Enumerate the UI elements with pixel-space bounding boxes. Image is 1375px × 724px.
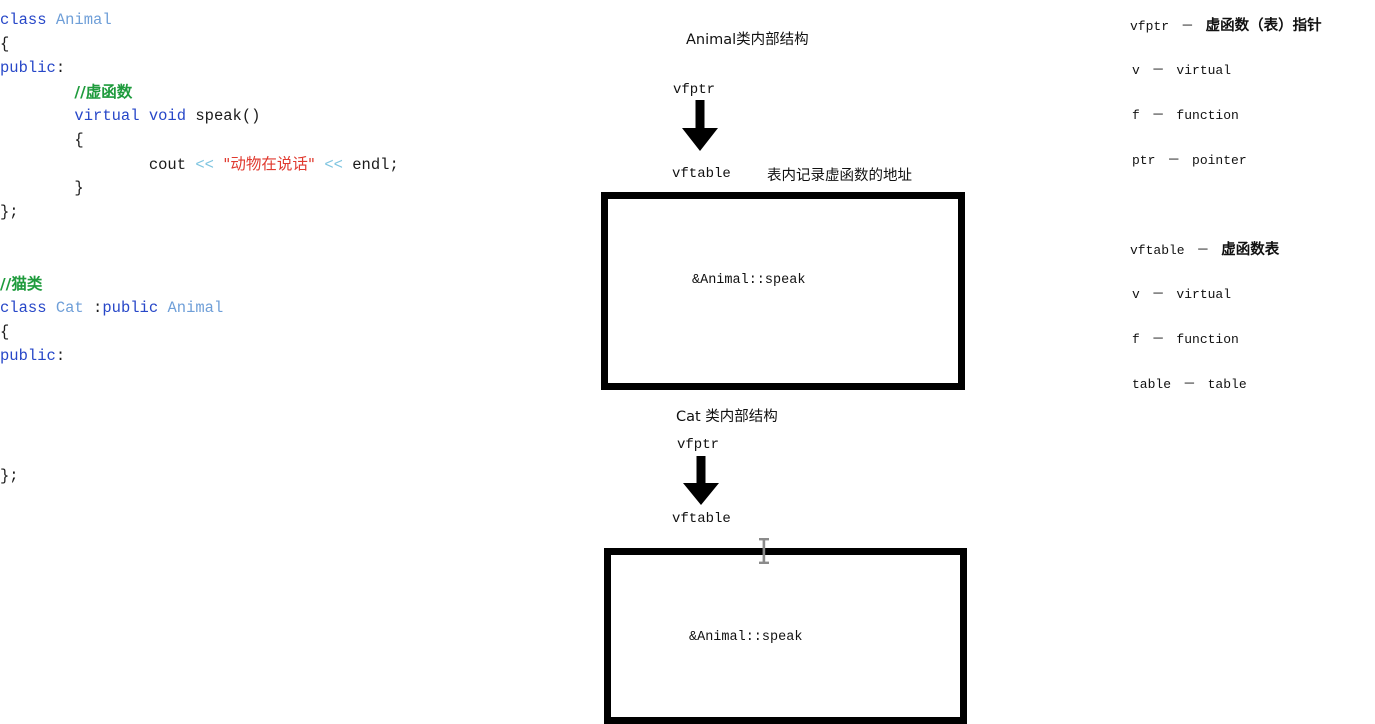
abbreviation-legend: vfptr － 虚函数（表）指针 v － virtual f － function p… xyxy=(1120,0,1375,724)
legend-definition: 虚函数（表）指针 xyxy=(1205,18,1322,34)
legend-row: ptr － pointer xyxy=(1132,149,1247,168)
legend-row: v － virtual xyxy=(1132,283,1231,302)
animal-vftable-note: 表内记录虚函数的地址 xyxy=(767,168,912,184)
cat-vftable-box[interactable]: &Animal::speak xyxy=(604,548,967,724)
cat-vftable-label: vftable xyxy=(672,511,731,527)
legend-definition: table xyxy=(1207,377,1247,392)
legend-term: vfptr xyxy=(1130,19,1170,34)
animal-vftable-label: vftable xyxy=(672,166,731,182)
legend-term: table xyxy=(1132,377,1172,392)
legend-definition: virtual xyxy=(1176,287,1232,302)
legend-definition: function xyxy=(1176,332,1239,347)
legend-term: ptr xyxy=(1132,153,1156,168)
cat-vftable-entry: &Animal::speak xyxy=(689,630,803,645)
legend-definition: 虚函数表 xyxy=(1221,242,1280,258)
legend-dash: － xyxy=(1143,63,1173,78)
cat-vfptr-arrow-icon xyxy=(679,456,723,511)
legend-term: v xyxy=(1132,287,1140,302)
legend-dash: － xyxy=(1159,153,1189,168)
animal-struct-title: Animal类内部结构 xyxy=(686,32,809,48)
cat-vfptr-label: vfptr xyxy=(677,437,720,453)
legend-term: f xyxy=(1132,332,1140,347)
legend-row: f － function xyxy=(1132,328,1239,347)
legend-dash: － xyxy=(1173,19,1202,34)
legend-row: vftable － 虚函数表 xyxy=(1130,238,1279,259)
text-ibeam-cursor-icon xyxy=(758,538,770,569)
legend-definition: virtual xyxy=(1176,63,1232,78)
cat-struct-title: Cat 类内部结构 xyxy=(676,409,778,425)
legend-row: vfptr － 虚函数（表）指针 xyxy=(1130,14,1322,35)
legend-row: table － table xyxy=(1132,373,1247,392)
legend-definition: function xyxy=(1176,108,1239,123)
legend-term: vftable xyxy=(1130,243,1185,258)
vtable-diagram: Animal类内部结构 vfptr vftable 表内记录虚函数的地址 &An… xyxy=(0,0,1050,724)
legend-dash: － xyxy=(1188,243,1218,258)
animal-vfptr-arrow-icon xyxy=(678,100,722,157)
legend-dash: － xyxy=(1143,287,1173,302)
legend-term: v xyxy=(1132,63,1140,78)
legend-row: v － virtual xyxy=(1132,59,1231,78)
legend-row: f － function xyxy=(1132,104,1239,123)
animal-vftable-entry: &Animal::speak xyxy=(692,273,806,288)
legend-dash: － xyxy=(1175,377,1204,392)
legend-dash: － xyxy=(1143,108,1173,123)
legend-definition: pointer xyxy=(1192,153,1247,168)
animal-vftable-box[interactable]: &Animal::speak xyxy=(601,192,965,390)
animal-vfptr-label: vfptr xyxy=(673,82,716,98)
legend-term: f xyxy=(1132,108,1140,123)
legend-dash: － xyxy=(1143,332,1173,347)
